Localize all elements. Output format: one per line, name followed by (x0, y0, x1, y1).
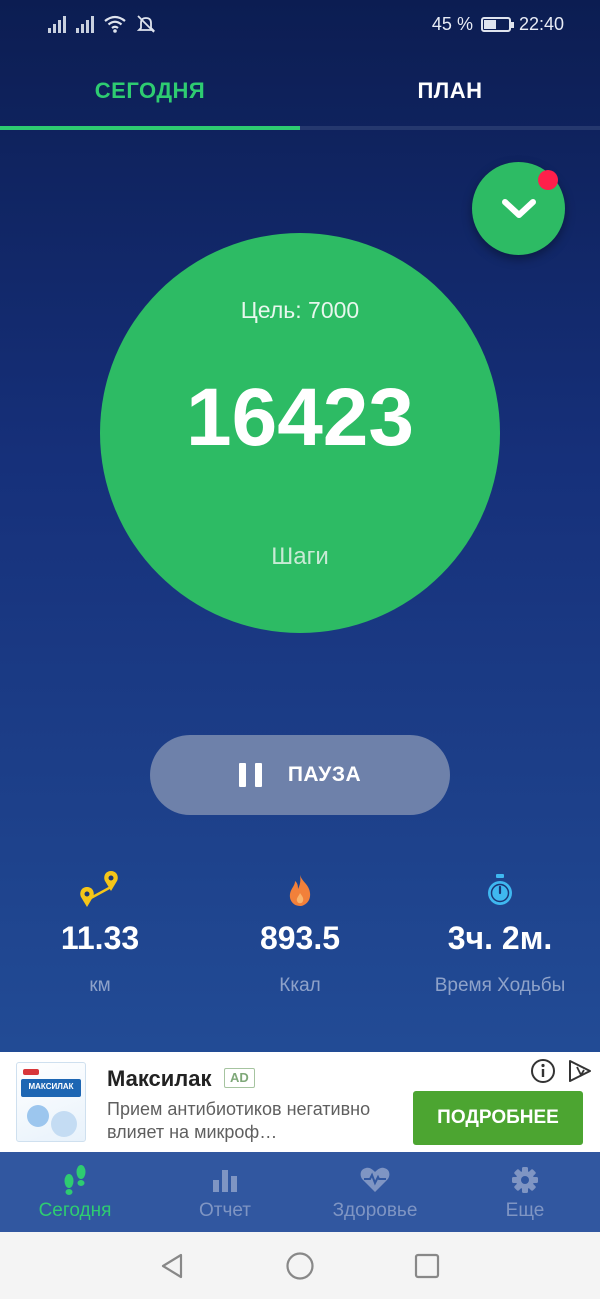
stopwatch-icon (400, 866, 600, 914)
tab-bar: СЕГОДНЯ ПЛАН (0, 52, 600, 130)
app-screen: 45 % 22:40 СЕГОДНЯ ПЛАН Цель: 7000 16423… (0, 0, 600, 1152)
signal-icon (48, 15, 66, 33)
steps-circle[interactable]: Цель: 7000 16423 Шаги (100, 233, 500, 633)
nav-label-report: Отчет (198, 1200, 252, 1221)
ad-badge: AD (224, 1068, 255, 1088)
chevron-down-icon (501, 198, 536, 218)
info-icon[interactable] (530, 1058, 556, 1084)
route-pin-icon (0, 866, 200, 914)
home-circle-icon (286, 1251, 314, 1280)
ad-banner[interactable]: МАКСИЛАК Максилак AD Прием антибиотиков … (0, 1052, 600, 1152)
stat-calories: 893.5 Ккал (200, 866, 400, 997)
flame-icon (200, 866, 400, 914)
status-icons-left (48, 14, 156, 34)
bar-chart-icon (211, 1160, 239, 1200)
nav-label-today: Сегодня (38, 1200, 112, 1221)
pause-button[interactable]: ПАУЗА (150, 735, 450, 815)
footprints-icon (60, 1160, 90, 1200)
pause-icon (238, 763, 262, 787)
walk-time-label: Время Ходьбы (434, 975, 566, 996)
wifi-icon (104, 15, 126, 33)
clock: 22:40 (518, 14, 564, 34)
pause-label: ПАУЗА (287, 763, 362, 786)
back-button[interactable] (132, 1232, 212, 1299)
steps-label: Шаги (271, 543, 329, 570)
nav-item-more[interactable]: Еще (450, 1152, 600, 1232)
system-nav-bar (0, 1232, 600, 1299)
ad-title[interactable]: Максилак (107, 1066, 212, 1092)
recents-square-icon (414, 1253, 440, 1278)
stat-walk-time: 3ч. 2м. Время Ходьбы (400, 866, 600, 997)
back-triangle-icon (161, 1253, 183, 1278)
distance-unit: км (89, 975, 111, 996)
calories-unit: Ккал (279, 975, 321, 996)
tab-plan[interactable]: ПЛАН (300, 52, 600, 130)
nav-label-more: Еще (505, 1200, 545, 1221)
calories-value: 893.5 (259, 920, 341, 956)
bell-off-icon (136, 15, 156, 33)
gear-icon (511, 1160, 539, 1200)
ad-image-text: МАКСИЛАК (28, 1082, 74, 1091)
status-bar: 45 % 22:40 (0, 0, 600, 52)
ad-description: Прием антибиотиков негативно влияет на м… (107, 1099, 371, 1142)
ad-product-image[interactable]: МАКСИЛАК (16, 1062, 86, 1142)
notification-dot (538, 170, 558, 190)
nav-item-health[interactable]: Здоровье (300, 1152, 450, 1232)
status-icons-right: 45 % 22:40 (432, 14, 564, 35)
signal-icon (76, 15, 94, 33)
battery-icon (480, 17, 514, 32)
nav-item-today[interactable]: Сегодня (0, 1152, 150, 1232)
heart-pulse-icon (359, 1160, 391, 1200)
adchoices-icon[interactable] (566, 1058, 594, 1084)
walk-time-value: 3ч. 2м. (447, 920, 553, 956)
battery-percent: 45 % (431, 14, 473, 34)
nav-label-health: Здоровье (332, 1200, 418, 1221)
nav-item-report[interactable]: Отчет (150, 1152, 300, 1232)
step-count: 16423 (185, 372, 415, 463)
bottom-nav: Сегодня Отчет Здоровье Еще (0, 1152, 600, 1232)
ad-more-button[interactable]: ПОДРОБНЕЕ (413, 1091, 583, 1145)
recents-button[interactable] (387, 1232, 467, 1299)
distance-value: 11.33 (60, 920, 140, 956)
stat-distance: 11.33 км (0, 866, 200, 997)
tab-today[interactable]: СЕГОДНЯ (0, 52, 300, 130)
step-goal: Цель: 7000 (240, 297, 360, 323)
tab-active-indicator (0, 126, 300, 130)
home-button[interactable] (260, 1232, 340, 1299)
